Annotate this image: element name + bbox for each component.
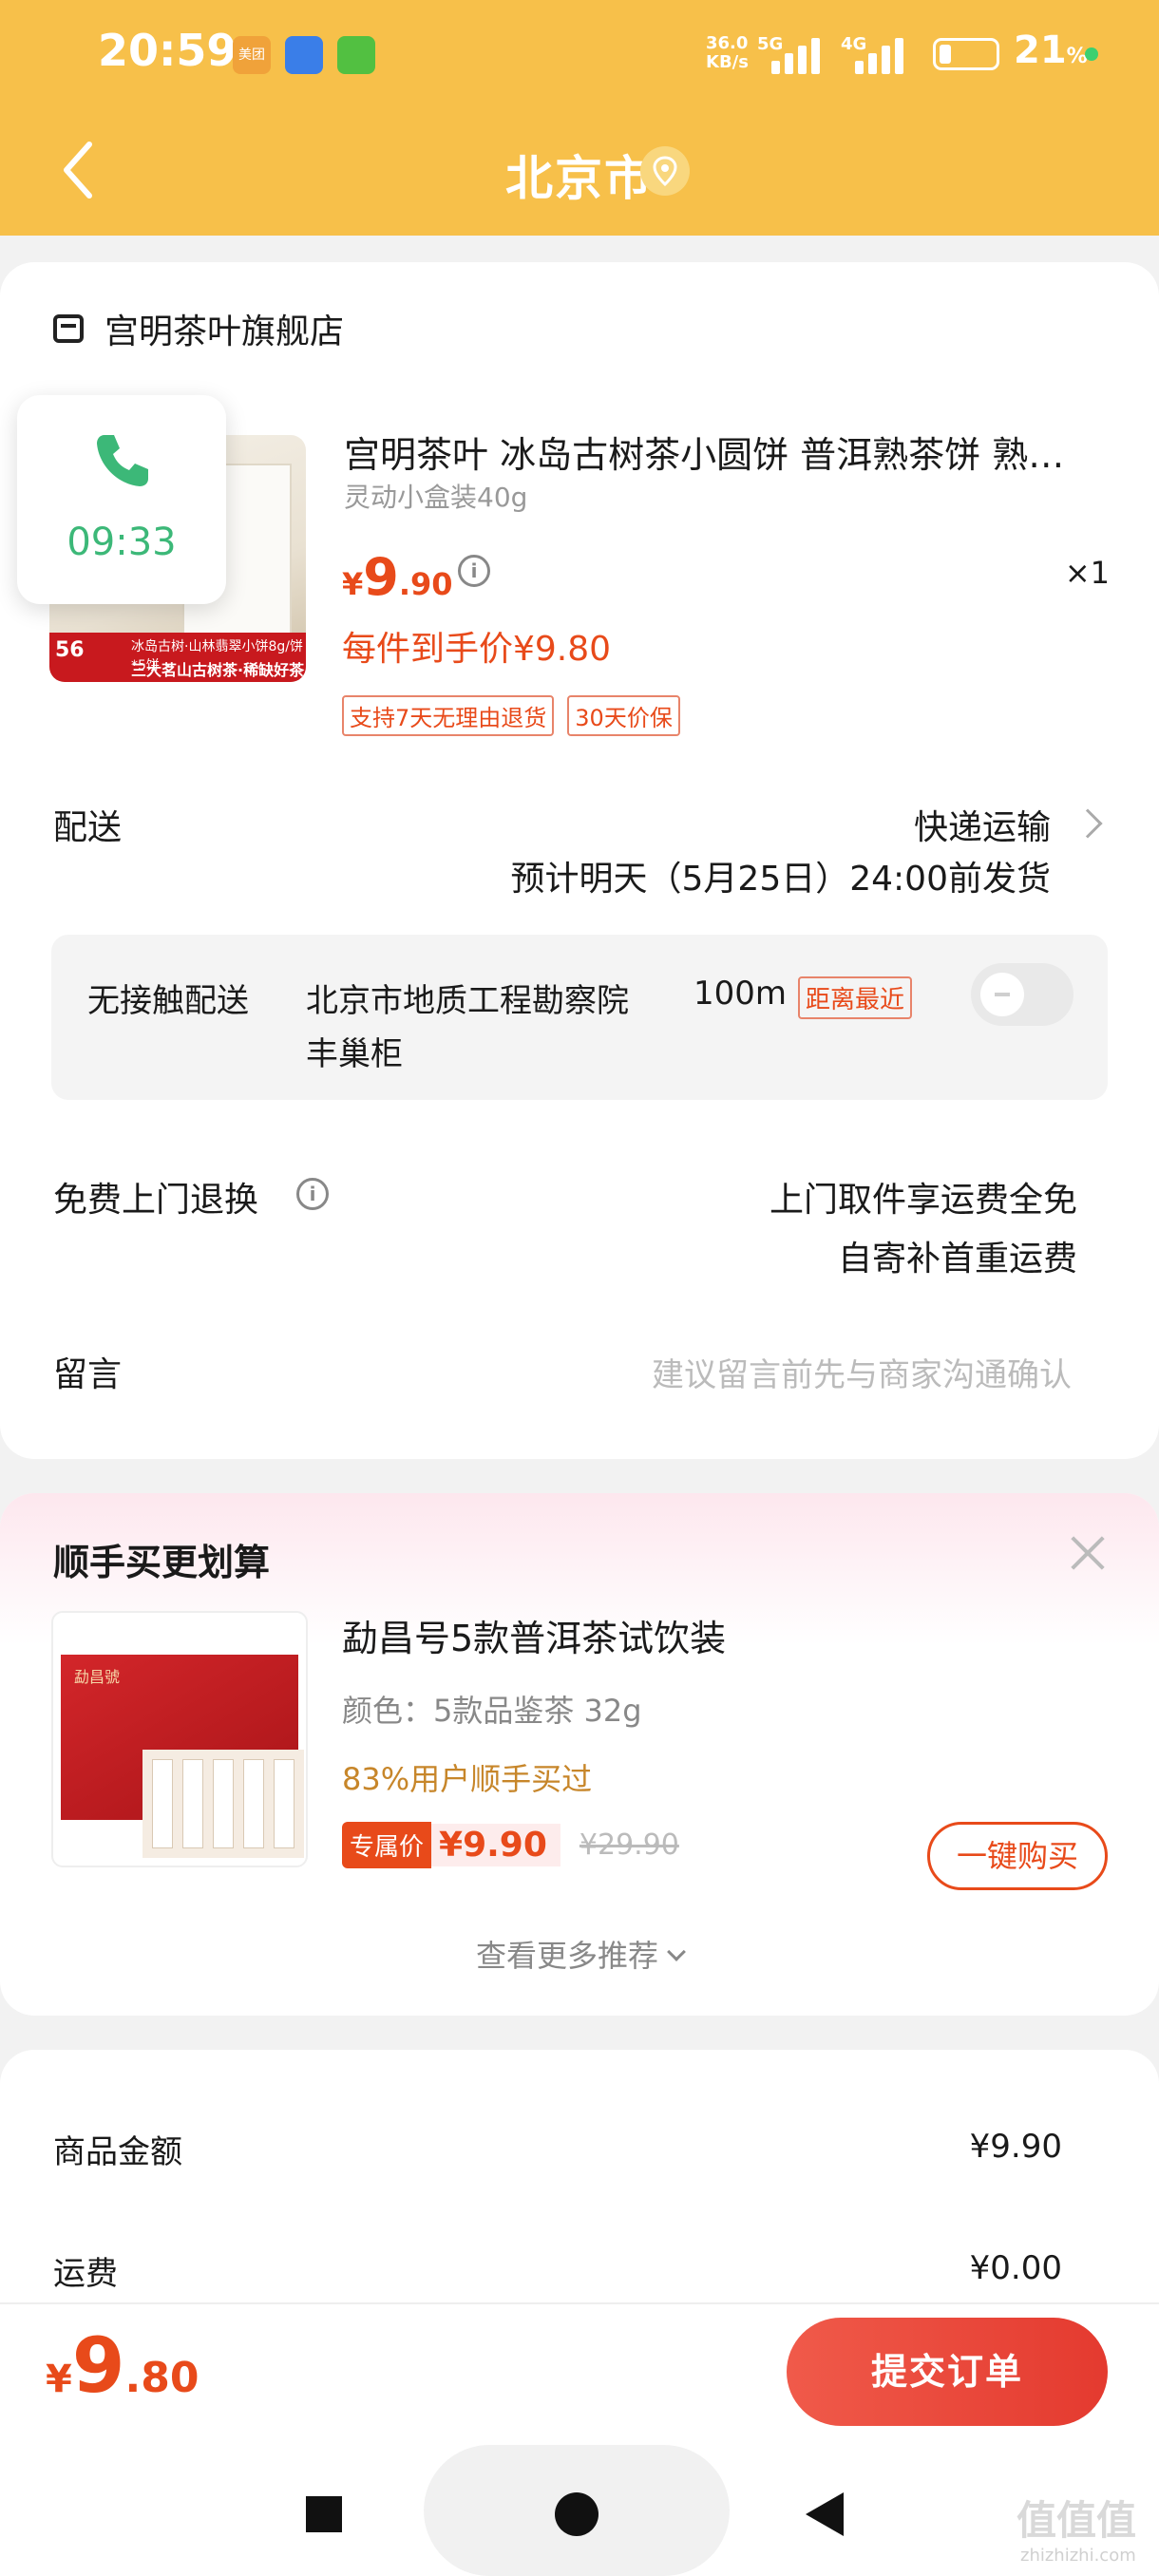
message-input[interactable]: 建议留言前先与商家沟通确认 — [652, 1349, 1072, 1395]
delivery-eta: 预计明天（5月25日）24:00前发货 — [510, 860, 1051, 899]
more-recommendations-link[interactable]: 查看更多推荐 — [0, 1932, 1159, 1976]
returns-line1: 上门取件享运费全免 — [769, 1181, 1077, 1220]
nav-bar: 北京市 — [0, 112, 1159, 236]
thumb-line2: 三大茗山古树茶·稀缺好茶 — [131, 661, 305, 679]
system-nav-bar — [0, 2445, 1159, 2576]
android-bot-icon — [285, 36, 323, 74]
battery-percent: 21% — [1014, 28, 1088, 72]
service-tags: 支持7天无理由退货 30天价保 — [342, 695, 680, 736]
order-total: ¥9.80 — [46, 2321, 200, 2410]
close-icon[interactable] — [1066, 1531, 1110, 1575]
status-bar: 20:59 美团 36.0 KB/s 5G 4G 21% — [0, 0, 1159, 112]
product-title[interactable]: 宫明茶叶 冰岛古树茶小圆饼 普洱熟茶饼 熟… — [344, 426, 1085, 478]
location-pin-icon[interactable] — [640, 146, 690, 196]
call-duration: 09:33 — [66, 521, 177, 564]
status-time: 20:59 — [98, 25, 238, 76]
returns-label: 免费上门退换 — [53, 1181, 259, 1220]
battery-icon — [933, 38, 999, 70]
product-promo-banner: 56 冰岛古树·山林翡翠小饼8g/饼*5饼 三大茗山古树茶·稀缺好茶 — [49, 633, 306, 682]
product-price: ¥9.90 — [342, 547, 453, 607]
shipping-value: ¥0.00 — [969, 2249, 1062, 2287]
net-speed: 36.0 KB/s — [706, 34, 749, 72]
upsell-box-brand: 勐昌號 — [74, 1668, 121, 1686]
upsell-old-price: ¥29.90 — [579, 1828, 679, 1862]
phone-icon — [97, 435, 148, 486]
goods-amount-label: 商品金额 — [53, 2133, 182, 2171]
net-price: 每件到手价¥9.80 — [342, 630, 612, 669]
contactless-delivery: 无接触配送 北京市地质工程勘察院 100m 距离最近 丰巢柜 — [51, 935, 1108, 1100]
locker-address: 北京市地质工程勘察院 — [306, 982, 629, 1020]
upsell-social-proof: 83%用户顺手买过 — [342, 1761, 593, 1797]
store-name: 宫明茶叶旗舰店 — [104, 313, 345, 351]
delivery-method[interactable]: 快递运输 — [914, 800, 1051, 849]
product-quantity[interactable]: ×1 — [1065, 555, 1110, 591]
nearest-badge: 距离最近 — [798, 976, 913, 1019]
signal-bars-icon — [771, 38, 825, 74]
call-overlay[interactable]: 09:33 — [17, 395, 226, 604]
returns-info-icon[interactable]: i — [296, 1178, 329, 1210]
contactless-toggle[interactable] — [971, 963, 1074, 1026]
upsell-price-row: 专属价 ¥9.90 ¥29.90 — [342, 1822, 679, 1868]
recents-square-icon[interactable] — [306, 2496, 342, 2532]
shipping-label: 运费 — [53, 2255, 118, 2293]
goods-amount-value: ¥9.90 — [969, 2128, 1062, 2166]
wechat-icon — [337, 36, 375, 74]
returns-line2: 自寄补首重运费 — [837, 1240, 1077, 1279]
thumb-badge-price: 56 — [55, 638, 85, 662]
locker-distance: 100m — [694, 975, 788, 1013]
back-triangle-icon[interactable] — [806, 2492, 844, 2536]
one-click-buy-button[interactable]: 一键购买 — [927, 1822, 1108, 1890]
upsell-title: 顺手买更划算 — [53, 1542, 271, 1583]
chevron-right-icon[interactable] — [1073, 808, 1103, 839]
upsell-box-art: 勐昌號 — [61, 1655, 304, 1858]
upsell-card: 顺手买更划算 勐昌號 勐昌号5款普洱茶试饮装 颜色：5款品鉴茶 32g 83%用… — [0, 1493, 1159, 2016]
locker-name: 丰巢柜 — [306, 1035, 403, 1073]
net-speed-unit: KB/s — [706, 52, 749, 72]
info-icon[interactable]: i — [458, 555, 490, 587]
watermark-url: zhizhizhi.com — [1020, 2546, 1136, 2566]
exclusive-price-tag: 专属价 — [342, 1822, 432, 1868]
chevron-down-icon — [667, 1942, 686, 1961]
app-header: 20:59 美团 36.0 KB/s 5G 4G 21% 北京市 — [0, 0, 1159, 236]
tag-return-7day: 支持7天无理由退货 — [342, 695, 555, 736]
store-icon — [53, 314, 84, 343]
contactless-label: 无接触配送 — [87, 982, 249, 1020]
message-label: 留言 — [53, 1355, 123, 1394]
signal-bars-4g-icon — [855, 38, 908, 74]
status-dot-icon — [1085, 47, 1098, 61]
upsell-item-name[interactable]: 勐昌号5款普洱茶试饮装 — [342, 1609, 726, 1661]
product-spec[interactable]: 灵动小盒装40g — [344, 477, 527, 515]
net-speed-value: 36.0 — [706, 33, 749, 53]
store-row[interactable]: 宫明茶叶旗舰店 — [53, 300, 344, 357]
upsell-product-image[interactable]: 勐昌號 — [51, 1611, 308, 1867]
upsell-item-spec: 颜色：5款品鉴茶 32g — [342, 1693, 642, 1729]
checkout-bar: ¥9.80 提交订单 — [0, 2302, 1159, 2445]
meituan-icon: 美团 — [233, 36, 271, 74]
upsell-price: ¥9.90 — [431, 1824, 560, 1866]
tag-price-protect: 30天价保 — [567, 695, 680, 736]
page-title: 北京市 — [505, 151, 654, 206]
submit-order-button[interactable]: 提交订单 — [787, 2318, 1108, 2426]
watermark-logo: 值值值 — [1016, 2497, 1137, 2544]
more-recommendations-label: 查看更多推荐 — [475, 1938, 658, 1974]
delivery-label: 配送 — [53, 808, 123, 847]
home-circle-icon[interactable] — [555, 2492, 598, 2536]
